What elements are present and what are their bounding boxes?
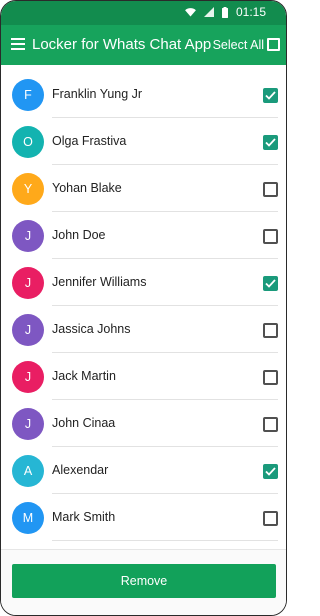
contact-checkbox[interactable] bbox=[263, 182, 278, 197]
contact-checkbox[interactable] bbox=[263, 370, 278, 385]
contact-checkbox-checked[interactable] bbox=[263, 88, 278, 103]
contact-row[interactable]: J Jassica Johns bbox=[1, 306, 286, 353]
wifi-icon bbox=[185, 7, 196, 17]
status-bar: 01:15 bbox=[1, 1, 286, 25]
app-bar: Locker for Whats Chat App Select All bbox=[1, 25, 286, 65]
checkmark-icon bbox=[265, 138, 276, 147]
contact-avatar: J bbox=[12, 361, 44, 393]
contact-row[interactable]: J Jennifer Williams bbox=[1, 259, 286, 306]
contact-avatar: J bbox=[12, 408, 44, 440]
contact-row[interactable]: J John Cinaa bbox=[1, 400, 286, 447]
contact-avatar: O bbox=[12, 126, 44, 158]
contact-row[interactable]: O Olga Frastiva bbox=[1, 118, 286, 165]
signal-icon bbox=[203, 7, 214, 17]
contact-checkbox[interactable] bbox=[263, 511, 278, 526]
contact-row[interactable]: Y Yohan Blake bbox=[1, 165, 286, 212]
contact-name: John Doe bbox=[52, 228, 106, 242]
hamburger-menu-icon[interactable] bbox=[11, 38, 25, 50]
contact-name: Yohan Blake bbox=[52, 181, 122, 195]
bottom-action-bar: Remove bbox=[1, 549, 286, 615]
contact-name: Jassica Johns bbox=[52, 322, 131, 336]
contact-row[interactable]: F Franklin Yung Jr bbox=[1, 71, 286, 118]
contact-name: Jack Martin bbox=[52, 369, 116, 383]
select-all-checkbox[interactable] bbox=[267, 38, 280, 51]
status-time: 01:15 bbox=[235, 5, 266, 19]
contact-avatar: A bbox=[12, 455, 44, 487]
contact-name: John Cinaa bbox=[52, 416, 116, 430]
contact-avatar: J bbox=[12, 267, 44, 299]
checkmark-icon bbox=[265, 467, 276, 476]
checkmark-icon bbox=[265, 91, 276, 100]
battery-icon bbox=[221, 6, 228, 18]
status-icons: 01:15 bbox=[185, 5, 266, 19]
app-title: Locker for Whats Chat App bbox=[32, 36, 212, 53]
contact-checkbox[interactable] bbox=[263, 229, 278, 244]
select-all-label[interactable]: Select All bbox=[213, 38, 264, 52]
contact-name: Jennifer Williams bbox=[52, 275, 147, 289]
contact-avatar: M bbox=[12, 502, 44, 534]
contact-avatar: Y bbox=[12, 173, 44, 205]
checkmark-icon bbox=[265, 279, 276, 288]
contact-checkbox[interactable] bbox=[263, 417, 278, 432]
phone-frame: 01:15 Locker for Whats Chat App Select A… bbox=[0, 0, 287, 616]
contact-checkbox-checked[interactable] bbox=[263, 276, 278, 291]
contact-name: Olga Frastiva bbox=[52, 134, 127, 148]
contact-name: Mark Smith bbox=[52, 510, 116, 524]
contact-avatar: J bbox=[12, 314, 44, 346]
contact-checkbox[interactable] bbox=[263, 323, 278, 338]
contact-checkbox-checked[interactable] bbox=[263, 135, 278, 150]
contact-list: F Franklin Yung Jr O Olga Frastiva Y Yohan Bl… bbox=[1, 71, 286, 549]
contact-row[interactable]: M Mark Smith bbox=[1, 494, 286, 541]
contact-row[interactable]: MMary Louis bbox=[1, 541, 286, 549]
contact-row[interactable]: A Alexendar bbox=[1, 447, 286, 494]
remove-button[interactable]: Remove bbox=[12, 564, 276, 598]
contact-row[interactable]: J John Doe bbox=[1, 212, 286, 259]
contact-name: Alexendar bbox=[52, 463, 109, 477]
contact-avatar: J bbox=[12, 220, 44, 252]
contact-name: Franklin Yung Jr bbox=[52, 87, 143, 101]
contact-avatar: F bbox=[12, 79, 44, 111]
contact-checkbox-checked[interactable] bbox=[263, 464, 278, 479]
contact-row[interactable]: J Jack Martin bbox=[1, 353, 286, 400]
